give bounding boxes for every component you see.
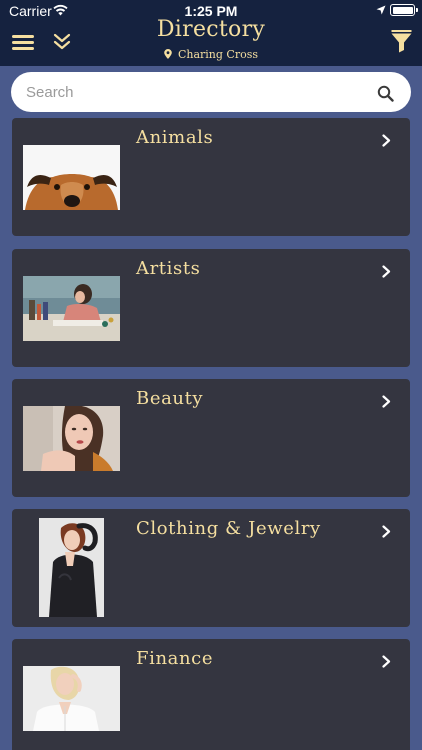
filter-funnel-icon[interactable] — [391, 29, 412, 53]
category-card-artists[interactable]: Artists — [12, 249, 410, 367]
location-services-icon — [376, 5, 386, 15]
page-title: Directory — [156, 17, 266, 42]
category-card-beauty[interactable]: Beauty — [12, 379, 410, 497]
search-input[interactable] — [26, 80, 366, 104]
woman-painting-photo — [23, 276, 120, 341]
location-pin-icon — [164, 49, 172, 59]
search-icon[interactable] — [377, 85, 394, 102]
top-bar: Carrier 1:25 PM Directory Charing Cross — [0, 0, 422, 66]
category-label: Clothing & Jewelry — [136, 518, 321, 539]
battery-icon — [390, 4, 418, 16]
chevron-right-icon — [382, 525, 391, 538]
dog-peeking-photo — [23, 145, 120, 210]
chevron-right-icon — [382, 655, 391, 668]
category-label: Artists — [136, 258, 201, 279]
chevron-right-icon — [382, 265, 391, 278]
category-card-finance[interactable]: Finance — [12, 639, 410, 750]
search-bar — [11, 72, 411, 112]
category-label: Beauty — [136, 388, 204, 409]
location-label[interactable]: Charing Cross — [0, 48, 422, 61]
category-card-clothing-jewelry[interactable]: Clothing & Jewelry — [12, 509, 410, 627]
chevron-right-icon — [382, 395, 391, 408]
businesswoman-photo — [23, 666, 120, 731]
category-label: Animals — [136, 127, 214, 148]
location-name: Charing Cross — [177, 48, 259, 61]
category-label: Finance — [136, 648, 214, 669]
woman-portrait-photo — [23, 406, 120, 471]
fashion-model-photo — [39, 518, 104, 617]
chevron-right-icon — [382, 134, 391, 147]
category-card-animals[interactable]: Animals — [12, 118, 410, 236]
